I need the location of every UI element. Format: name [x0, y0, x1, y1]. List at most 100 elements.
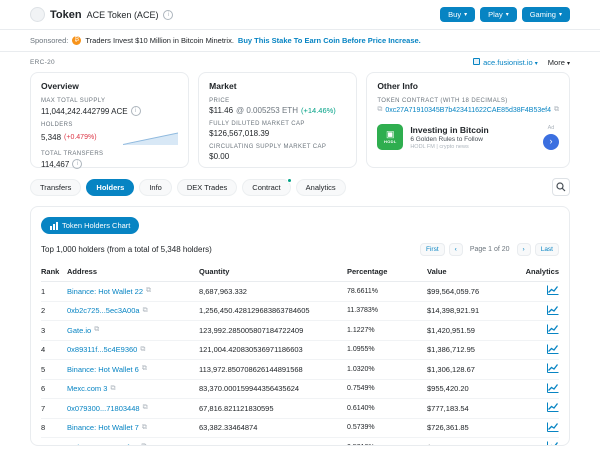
holder-percentage: 0.6140% — [347, 405, 375, 412]
copy-icon[interactable]: ⧉ — [377, 106, 382, 114]
holder-rank: 3 — [41, 326, 67, 335]
holder-rank: 4 — [41, 345, 67, 354]
holder-address-link[interactable]: 0x89311f...5c4E9360 — [67, 345, 137, 354]
contract-label: TOKEN CONTRACT (WITH 18 DECIMALS) — [377, 98, 559, 104]
analytics-chart-icon[interactable] — [547, 441, 559, 446]
token-info-icon[interactable]: i — [163, 10, 173, 20]
table-row: 5 Binance: Hot Wallet 6 ⧉ 113,972.850708… — [41, 360, 559, 380]
circulating-cap-value: $0.00 — [209, 152, 229, 161]
holder-quantity: 8,687,963.332 — [199, 287, 347, 296]
buy-button[interactable]: Buy▾ — [440, 7, 475, 22]
tab-transfers[interactable]: Transfers — [30, 179, 81, 196]
market-title: Market — [209, 81, 346, 91]
tab-holders[interactable]: Holders — [86, 179, 134, 196]
chart-icon — [50, 222, 58, 230]
analytics-chart-icon[interactable] — [547, 402, 559, 414]
chevron-down-icon: ▾ — [535, 61, 538, 67]
analytics-chart-icon[interactable] — [547, 305, 559, 317]
holders-label: HOLDERS — [41, 122, 178, 128]
ad-source: HODL FM | crypto news — [410, 144, 536, 150]
holder-value: $659,427.08 — [427, 443, 517, 446]
ad-next-arrow-icon[interactable]: › — [543, 134, 559, 150]
pagination-last-button[interactable]: Last — [535, 243, 559, 256]
analytics-chart-icon[interactable] — [547, 363, 559, 375]
other-info-card: Other Info TOKEN CONTRACT (WITH 18 DECIM… — [366, 72, 570, 168]
contract-verified-dot — [287, 178, 292, 183]
token-holders-chart-button[interactable]: Token Holders Chart — [41, 217, 139, 234]
market-card: Market PRICE $11.46 @ 0.005253 ETH (+14.… — [198, 72, 357, 168]
official-site-link[interactable]: ace.fusionist.io ▾ — [473, 58, 538, 67]
copy-icon[interactable]: ⧉ — [110, 385, 115, 393]
fdv-value: $126,567,018.39 — [209, 129, 269, 138]
other-info-title: Other Info — [377, 81, 559, 91]
price-value: $11.46 — [209, 106, 233, 115]
holder-percentage: 1.0320% — [347, 366, 375, 373]
holder-value: $726,361.85 — [427, 423, 517, 432]
col-value: Value — [427, 267, 517, 276]
copy-icon[interactable]: ⧉ — [94, 326, 99, 334]
holder-address-link[interactable]: 0xb2c725...5ec3A00a — [67, 306, 140, 315]
holder-address-link[interactable]: 0x079300...71803448 — [67, 404, 140, 413]
analytics-chart-icon[interactable] — [547, 324, 559, 336]
holder-percentage: 0.7549% — [347, 385, 375, 392]
holder-value: $14,398,921.91 — [427, 306, 517, 315]
info-icon[interactable]: i — [72, 159, 82, 169]
analytics-chart-icon[interactable] — [547, 383, 559, 395]
copy-icon[interactable]: ⧉ — [141, 443, 146, 446]
copy-icon[interactable]: ⧉ — [554, 106, 559, 114]
copy-icon[interactable]: ⧉ — [140, 346, 145, 354]
holder-percentage: 1.1227% — [347, 327, 375, 334]
holder-address-link[interactable]: 0xd42241...87221f4A — [67, 443, 138, 446]
holder-address-link[interactable]: Binance: Hot Wallet 7 — [67, 423, 139, 432]
holders-summary: Top 1,000 holders (from a total of 5,348… — [41, 245, 212, 254]
holder-address-link[interactable]: Binance: Hot Wallet 22 — [67, 287, 143, 296]
pagination-next-button[interactable]: › — [517, 243, 531, 256]
info-icon[interactable]: i — [131, 106, 141, 116]
holder-rank: 1 — [41, 287, 67, 296]
contract-address-link[interactable]: 0xc27A71910345B7b423411622CAE85d38F4B53e… — [385, 107, 551, 114]
ad-title: Investing in Bitcoin — [410, 125, 536, 135]
tab-contract[interactable]: Contract — [242, 179, 290, 196]
copy-icon[interactable]: ⧉ — [146, 287, 151, 295]
pagination-prev-button[interactable]: ‹ — [449, 243, 463, 256]
search-button[interactable] — [552, 178, 570, 196]
copy-icon[interactable]: ⧉ — [142, 365, 147, 373]
chevron-down-icon: ▾ — [567, 61, 570, 67]
max-supply-value: 11,044,242.442799 ACE — [41, 107, 128, 116]
token-name: ACE Token (ACE) — [87, 10, 159, 20]
sponsored-link[interactable]: Buy This Stake To Earn Coin Before Price… — [238, 36, 421, 45]
bitcoin-icon: ₿ — [72, 36, 81, 45]
analytics-chart-icon[interactable] — [547, 344, 559, 356]
holder-percentage: 11.3783% — [347, 307, 378, 314]
gaming-button[interactable]: Gaming▾ — [522, 7, 570, 22]
play-button[interactable]: Play▾ — [480, 7, 517, 22]
analytics-chart-icon[interactable] — [547, 285, 559, 297]
holder-address-link[interactable]: Mexc.com 3 — [67, 384, 107, 393]
holder-rank: 9 — [41, 443, 67, 446]
tab-dex-trades[interactable]: DEX Trades — [177, 179, 237, 196]
holder-quantity: 113,972.850708626144891568 — [199, 365, 347, 374]
holder-value: $99,564,059.76 — [427, 287, 517, 296]
holder-value: $1,386,712.95 — [427, 345, 517, 354]
table-row: 9 0xd42241...87221f4A ⧉ 57,541.12685749 … — [41, 438, 559, 446]
col-percentage: Percentage — [347, 267, 427, 276]
analytics-chart-icon[interactable] — [547, 422, 559, 434]
holder-address-link[interactable]: Gate.io — [67, 326, 91, 335]
holder-quantity: 63,382.33464874 — [199, 423, 347, 432]
copy-icon[interactable]: ⧉ — [143, 307, 148, 315]
copy-icon[interactable]: ⧉ — [143, 404, 148, 412]
tab-analytics[interactable]: Analytics — [296, 179, 346, 196]
holder-address-link[interactable]: Binance: Hot Wallet 6 — [67, 365, 139, 374]
holder-rank: 8 — [41, 423, 67, 432]
ad-unit[interactable]: ▣ HODL Investing in Bitcoin 6 Golden Rul… — [377, 122, 559, 150]
pagination-first-button[interactable]: First — [420, 243, 445, 256]
tab-info[interactable]: Info — [139, 179, 172, 196]
copy-icon[interactable]: ⧉ — [142, 424, 147, 432]
holder-quantity: 123,992.285005807184722409 — [199, 326, 347, 335]
holder-quantity: 121,004.420830536971186603 — [199, 345, 347, 354]
holder-percentage: 0.5739% — [347, 424, 375, 431]
sponsored-label: Sponsored: — [30, 36, 68, 45]
holder-quantity: 83,370.000159944356435624 — [199, 384, 347, 393]
more-menu-button[interactable]: More ▾ — [548, 58, 570, 67]
price-label: PRICE — [209, 98, 346, 104]
